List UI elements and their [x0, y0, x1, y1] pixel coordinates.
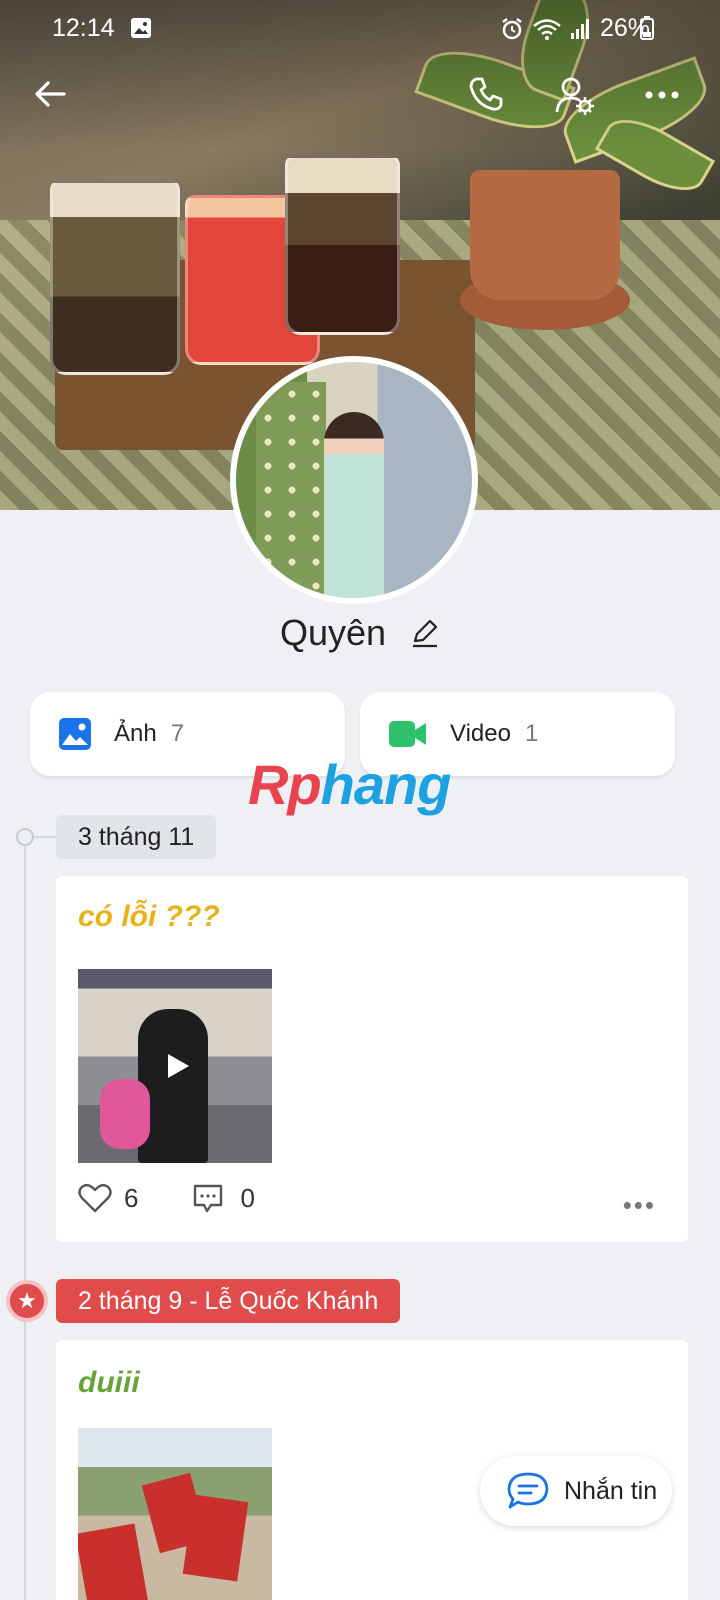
- videos-count: 1: [524, 720, 539, 747]
- status-right: 26%: [500, 14, 650, 43]
- watermark-part1: Rp: [248, 753, 322, 816]
- clock-text: 12:14: [52, 14, 115, 42]
- more-options-button[interactable]: [644, 80, 680, 115]
- photos-label: Ảnh: [114, 720, 157, 747]
- photo-thumbnail[interactable]: [78, 1428, 272, 1600]
- signal-icon: [570, 18, 589, 39]
- thumbnail-person: [138, 1009, 208, 1163]
- date-tag-holiday: 2 tháng 9 - Lễ Quốc Khánh: [56, 1279, 401, 1323]
- user-gear-icon: [555, 77, 594, 115]
- timeline-connector: [34, 836, 56, 838]
- photos-count: 7: [170, 720, 185, 747]
- watermark-logo: Rphang: [248, 752, 452, 817]
- cover-plant-pot: [470, 170, 620, 300]
- back-button[interactable]: [30, 74, 70, 119]
- thumbnail-plush: [100, 1079, 150, 1149]
- alarm-icon: [502, 17, 522, 39]
- like-count: 6: [124, 1182, 139, 1213]
- heart-icon[interactable]: [78, 1182, 112, 1214]
- photo-icon: [59, 718, 91, 750]
- thumbnail-red-card: [182, 1494, 249, 1582]
- profile-name: Quyên: [279, 612, 387, 654]
- play-icon: [168, 1054, 189, 1078]
- call-button[interactable]: [466, 74, 506, 119]
- arrow-left-icon: [35, 81, 66, 107]
- holiday-star-icon: ★: [6, 1280, 48, 1322]
- cover-drink: [50, 180, 180, 375]
- profile-name-row: Quyên: [0, 610, 720, 654]
- post-title: có lỗi ???: [78, 900, 220, 933]
- wifi-icon: [533, 18, 561, 40]
- videos-label: Video: [450, 720, 511, 747]
- gallery-notification-icon: [130, 18, 151, 38]
- profile-settings-button[interactable]: [554, 74, 598, 123]
- thumbnail-red-card: [78, 1523, 151, 1600]
- watermark-part2: hang: [320, 753, 452, 816]
- phone-icon: [469, 77, 503, 111]
- post-title: duiii: [78, 1366, 140, 1399]
- timeline-line: [24, 836, 26, 1600]
- cover-drink: [285, 155, 400, 335]
- message-label: Nhắn tin: [564, 1476, 658, 1505]
- status-time: 12:14: [52, 14, 152, 43]
- edit-pencil-icon[interactable]: [410, 618, 440, 648]
- timeline-dot: [16, 828, 34, 846]
- video-thumbnail[interactable]: [78, 969, 272, 1163]
- battery-icon: [640, 16, 654, 40]
- timeline-post[interactable]: có lỗi ??? 6 0 •••: [56, 876, 688, 1242]
- video-camera-icon: [389, 721, 426, 747]
- avatar-person: [324, 412, 384, 598]
- avatar-flowers: [256, 382, 326, 598]
- chat-bubble-icon: [507, 1472, 549, 1509]
- more-horizontal-icon: [645, 91, 679, 99]
- post-more-button[interactable]: •••: [623, 1190, 656, 1221]
- post-actions: 6 0: [78, 1182, 255, 1214]
- message-button[interactable]: Nhắn tin: [480, 1456, 672, 1526]
- date-tag: 3 tháng 11: [56, 815, 217, 859]
- comment-count: 0: [240, 1182, 255, 1213]
- profile-avatar[interactable]: [230, 356, 478, 604]
- comment-icon[interactable]: [192, 1182, 224, 1214]
